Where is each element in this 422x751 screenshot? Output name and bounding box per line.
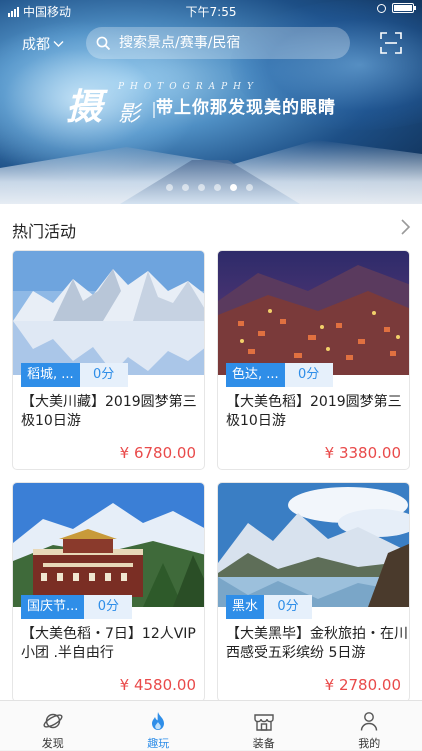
activity-name[interactable]: 【大美色稻・7日】12人VIP小团 .半自由行 — [21, 625, 203, 663]
tab-label: 趣玩 — [106, 735, 212, 751]
activity-score: 0分 — [80, 363, 128, 387]
battery-icon — [392, 3, 414, 13]
flame-icon — [147, 710, 169, 732]
tab-label: 我的 — [317, 735, 422, 751]
tab-label: 发现 — [0, 735, 106, 751]
activity-tag: 色达, ... 0分 — [226, 363, 333, 387]
status-time: 下午7:55 — [0, 3, 422, 20]
activity-tag: 黑水 0分 — [226, 595, 312, 619]
activity-card[interactable]: 稻城, ... 0分 【大美川藏】2019圆梦第三极10日游 ¥ 6780.00 — [12, 250, 205, 470]
pagination-dot[interactable] — [182, 184, 189, 191]
section-title: 热门活动 — [12, 218, 76, 242]
activity-image-lake-mountain[interactable] — [218, 483, 410, 607]
rotation-lock-icon — [377, 4, 386, 13]
chevron-right-icon[interactable] — [398, 219, 412, 235]
activity-image-town-night[interactable] — [218, 251, 410, 375]
tab-gear[interactable]: 装备 — [211, 701, 317, 750]
banner-title-char-1: 摄 — [66, 78, 100, 130]
activity-price: ¥ 2780.00 — [325, 676, 401, 694]
tab-mine[interactable]: 我的 — [317, 701, 422, 750]
activity-card[interactable]: 黑水 0分 【大美黑毕】金秋旅拍・在川西感受五彩缤纷 5日游 ¥ 2780.00 — [217, 482, 410, 702]
tab-bar: 发现 趣玩 装备 我的 — [0, 700, 422, 750]
activity-name[interactable]: 【大美黑毕】金秋旅拍・在川西感受五彩缤纷 5日游 — [226, 625, 408, 663]
tab-fun[interactable]: 趣玩 — [106, 701, 212, 750]
pagination-dot[interactable] — [214, 184, 221, 191]
activity-name[interactable]: 【大美色稻】2019圆梦第三极10日游 — [226, 393, 408, 431]
tab-label: 装备 — [211, 735, 317, 751]
activity-location: 黑水 — [226, 595, 264, 619]
city-label: 成都 — [22, 34, 50, 54]
banner-title-char-2: 影 — [118, 96, 140, 128]
scan-icon[interactable] — [380, 32, 402, 54]
banner-pagination[interactable] — [166, 184, 253, 191]
hot-activities-section: 热门活动 稻城, ... 0分 【大美川藏】2019圆梦第三极10日游 ¥ 67… — [0, 204, 422, 700]
activity-location: 国庆节... — [21, 595, 84, 619]
activity-tag: 稻城, ... 0分 — [21, 363, 128, 387]
pagination-dot[interactable] — [198, 184, 205, 191]
banner[interactable]: 中国移动 下午7:55 成都 摄 影 PHOTOGRAPHY 带上你那发现美的眼… — [0, 0, 422, 204]
section-header[interactable]: 热门活动 — [0, 204, 422, 250]
search-bar[interactable] — [86, 27, 350, 59]
search-icon — [96, 36, 111, 51]
activity-card[interactable]: 国庆节... 0分 【大美色稻・7日】12人VIP小团 .半自由行 ¥ 4580… — [12, 482, 205, 702]
status-bar: 中国移动 下午7:55 — [0, 0, 422, 22]
pagination-dot-active[interactable] — [230, 184, 237, 191]
activity-card[interactable]: 色达, ... 0分 【大美色稻】2019圆梦第三极10日游 ¥ 3380.00 — [217, 250, 410, 470]
activity-price: ¥ 6780.00 — [120, 444, 196, 462]
activity-score: 0分 — [84, 595, 132, 619]
activity-image-monastery[interactable] — [13, 483, 205, 607]
activity-tag: 国庆节... 0分 — [21, 595, 132, 619]
activity-score: 0分 — [285, 363, 333, 387]
activity-price: ¥ 3380.00 — [325, 444, 401, 462]
pagination-dot[interactable] — [166, 184, 173, 191]
activity-name[interactable]: 【大美川藏】2019圆梦第三极10日游 — [21, 393, 203, 431]
search-input[interactable] — [119, 35, 319, 51]
activity-location: 稻城, ... — [21, 363, 80, 387]
activity-image-snow-mountain[interactable] — [13, 251, 205, 375]
activity-location: 色达, ... — [226, 363, 285, 387]
person-icon — [358, 710, 380, 732]
tab-discover[interactable]: 发现 — [0, 701, 106, 750]
pagination-dot[interactable] — [246, 184, 253, 191]
banner-slogan: 带上你那发现美的眼睛 — [156, 93, 336, 118]
activity-price: ¥ 4580.00 — [120, 676, 196, 694]
planet-icon — [42, 710, 64, 732]
banner-photography: PHOTOGRAPHY — [118, 82, 259, 92]
city-selector[interactable]: 成都 — [22, 34, 64, 54]
chevron-down-icon — [53, 40, 64, 48]
store-icon — [253, 710, 275, 732]
activity-score: 0分 — [264, 595, 312, 619]
status-right — [377, 3, 414, 13]
